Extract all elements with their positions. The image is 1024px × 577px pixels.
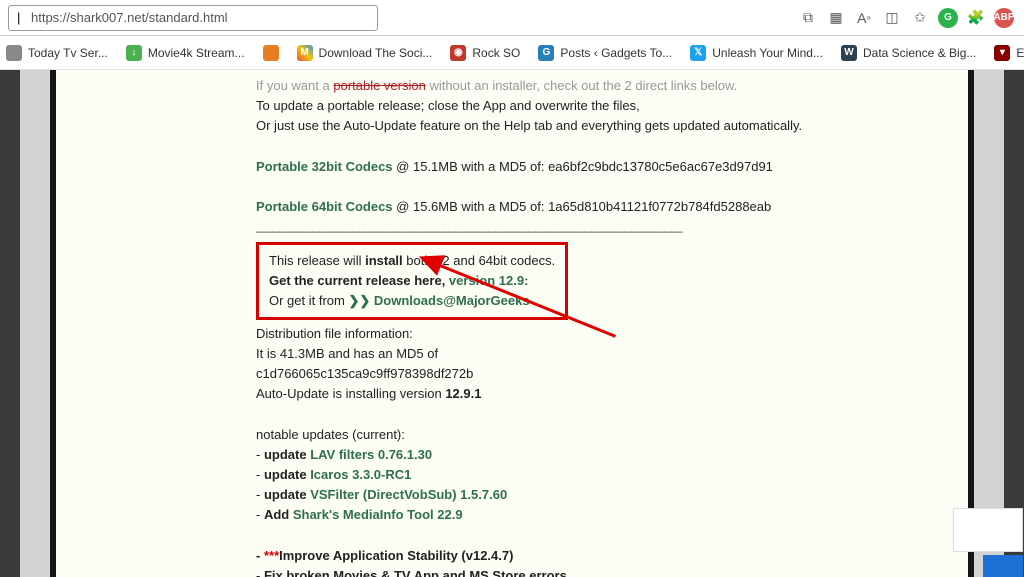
fix-line: - Fix broken Movies & TV App and MS Stor…: [256, 566, 956, 577]
vsfilter-link[interactable]: VSFilter (DirectVobSub) 1.5.7.60: [310, 487, 507, 502]
box-line: This release will install both 32 and 64…: [269, 251, 555, 271]
download-link-32[interactable]: Portable 32bit Codecs: [256, 159, 393, 174]
update-line: - Add Shark's MediaInfo Tool 22.9: [256, 505, 956, 525]
bookmark-item[interactable]: [263, 45, 279, 61]
stability-line: - ***Improve Application Stability (v12.…: [256, 546, 956, 566]
device-icon[interactable]: ⧉: [796, 6, 820, 30]
site-icon: M: [297, 45, 313, 61]
grammarly-icon[interactable]: G: [936, 6, 960, 30]
url-input[interactable]: | https://shark007.net/standard.html: [8, 5, 378, 31]
dist-info: Distribution file information:: [256, 324, 956, 344]
site-icon: G: [538, 45, 554, 61]
download-icon: ❯❯: [348, 293, 370, 308]
highlight-box: This release will install both 32 and 64…: [256, 242, 568, 320]
overlay-badge: [983, 555, 1023, 577]
lav-link[interactable]: LAV filters 0.76.1.30: [310, 447, 432, 462]
reader-icon[interactable]: ◫: [880, 6, 904, 30]
bg-strip: [1004, 70, 1024, 577]
url-text: https://shark007.net/standard.html: [31, 10, 228, 25]
read-aloud-icon[interactable]: A»: [852, 6, 876, 30]
bookmark-item[interactable]: GPosts ‹ Gadgets To...: [538, 45, 672, 61]
version-link[interactable]: version 12.9:: [449, 273, 529, 288]
text-line: To update a portable release; close the …: [256, 96, 956, 116]
site-icon: ◉: [450, 45, 466, 61]
bookmark-item[interactable]: ◉Rock SO: [450, 45, 520, 61]
extension-icon[interactable]: 🧩: [964, 6, 988, 30]
favorite-icon[interactable]: ✩: [908, 6, 932, 30]
site-icon: ▾: [994, 45, 1010, 61]
qr-icon[interactable]: ▦: [824, 6, 848, 30]
dist-info: It is 41.3MB and has an MD5 of: [256, 344, 956, 364]
update-line: - update VSFilter (DirectVobSub) 1.5.7.6…: [256, 485, 956, 505]
twitter-icon: 𝕏: [690, 45, 706, 61]
page-viewport: If you want a portable version without a…: [0, 70, 1024, 577]
portable-32: Portable 32bit Codecs @ 15.1MB with a MD…: [256, 157, 956, 177]
bg-strip: [0, 70, 20, 577]
dist-info: Auto-Update is installing version 12.9.1: [256, 384, 956, 404]
globe-icon: [6, 45, 22, 61]
intro-line: If you want a portable version without a…: [256, 76, 956, 96]
main-content: If you want a portable version without a…: [50, 70, 974, 577]
lock-icon: |: [17, 10, 29, 25]
site-icon: W: [841, 45, 857, 61]
portable-64: Portable 64bit Codecs @ 15.6MB with a MD…: [256, 197, 956, 217]
bookmark-item[interactable]: ↓Movie4k Stream...: [126, 45, 245, 61]
bookmark-item[interactable]: WData Science & Big...: [841, 45, 976, 61]
download-link-64[interactable]: Portable 64bit Codecs: [256, 199, 393, 214]
bookmark-item[interactable]: Today Tv Ser...: [6, 45, 108, 61]
site-icon: [263, 45, 279, 61]
bookmark-item[interactable]: 𝕏Unleash Your Mind...: [690, 45, 823, 61]
bookmarks-bar: Today Tv Ser... ↓Movie4k Stream... MDown…: [0, 36, 1024, 70]
text-line: Or just use the Auto-Update feature on t…: [256, 116, 956, 136]
bookmark-item[interactable]: ▾Examples of Busine...: [994, 45, 1024, 61]
dist-info: c1d766065c135ca9c9ff978398df272b: [256, 364, 956, 384]
overlay-box: [953, 508, 1023, 552]
notable-header: notable updates (current):: [256, 425, 956, 445]
adblock-icon[interactable]: ABP: [992, 6, 1016, 30]
portable-link[interactable]: portable version: [333, 78, 426, 93]
site-icon: ↓: [126, 45, 142, 61]
box-line: Get the current release here, version 12…: [269, 271, 555, 291]
majorgeeks-link[interactable]: Downloads@MajorGeeks: [370, 293, 529, 308]
bookmark-item[interactable]: MDownload The Soci...: [297, 45, 433, 61]
divider: ________________________________________…: [256, 217, 956, 236]
update-line: - update LAV filters 0.76.1.30: [256, 445, 956, 465]
update-line: - update Icaros 3.3.0-RC1: [256, 465, 956, 485]
icaros-link[interactable]: Icaros 3.3.0-RC1: [310, 467, 411, 482]
browser-address-bar: | https://shark007.net/standard.html ⧉ ▦…: [0, 0, 1024, 36]
mediainfo-link[interactable]: Shark's MediaInfo Tool 22.9: [293, 507, 463, 522]
box-line: Or get it from ❯❯ Downloads@MajorGeeks: [269, 291, 555, 311]
